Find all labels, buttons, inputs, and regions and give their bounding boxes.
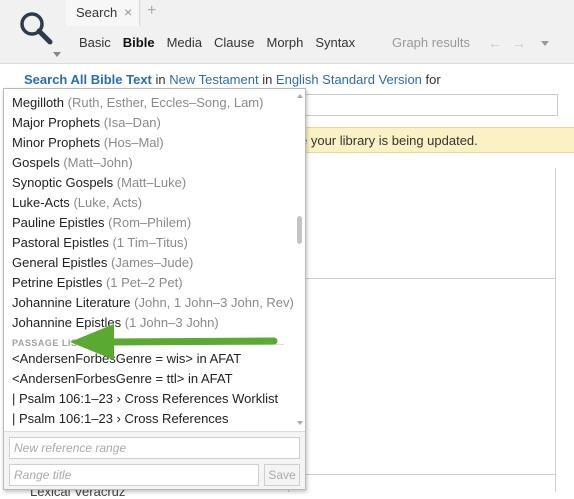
annotation-arrow-icon	[70, 324, 278, 360]
